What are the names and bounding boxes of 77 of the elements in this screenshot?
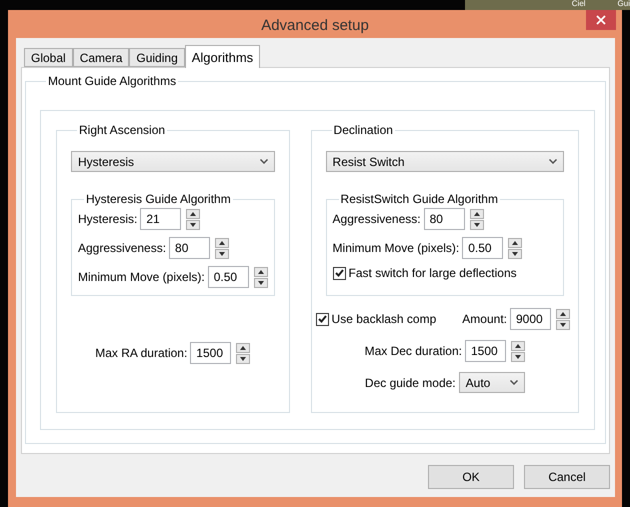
number-field[interactable]: 80 (424, 208, 465, 230)
number-field[interactable]: 0.50 (462, 237, 504, 259)
close-button[interactable] (586, 10, 616, 30)
chevron-down-icon (510, 380, 518, 385)
number-field[interactable]: 9000 (510, 308, 551, 330)
dropdown[interactable]: Resist Switch (326, 151, 564, 172)
field-label: Aggressiveness: (332, 212, 421, 226)
up-arrow-icon (240, 346, 246, 350)
up-arrow-icon (560, 312, 566, 316)
field-label: Minimum Move (pixels): (78, 270, 205, 284)
dialog-button[interactable]: OK (428, 465, 514, 489)
number-field[interactable]: 1500 (190, 342, 232, 364)
increment-button[interactable] (186, 208, 200, 218)
decrement-button[interactable] (254, 278, 268, 288)
dropdown[interactable]: Auto (458, 372, 525, 393)
field-label: Max RA duration: (95, 346, 188, 360)
field-label: Aggressiveness: (78, 241, 166, 255)
down-arrow-icon (560, 322, 566, 326)
dialog-button[interactable]: Cancel (524, 465, 610, 489)
increment-button[interactable] (254, 266, 268, 276)
increment-button[interactable] (215, 238, 230, 248)
checkbox-label: Fast switch for large deflections (348, 266, 517, 280)
tab[interactable]: Algorithms (184, 45, 260, 68)
field-label: Amount: (462, 312, 507, 326)
up-arrow-icon (219, 240, 226, 244)
increment-button[interactable] (508, 238, 522, 248)
group-title: Right Ascension (78, 123, 166, 137)
down-arrow-icon (219, 252, 226, 256)
decrement-button[interactable] (215, 248, 230, 258)
background-label: Ciel (572, 0, 586, 10)
decrement-button[interactable] (236, 354, 250, 364)
decrement-button[interactable] (470, 220, 484, 230)
group-title: ResistSwitch Guide Algorithm (340, 192, 499, 206)
increment-button[interactable] (556, 308, 570, 318)
tab[interactable]: Global (24, 48, 73, 67)
up-arrow-icon (514, 344, 521, 348)
group-title: Hysteresis Guide Algorithm (85, 192, 232, 206)
decrement-button[interactable] (510, 352, 525, 362)
number-field[interactable]: 1500 (464, 340, 506, 362)
number-field[interactable]: 80 (169, 237, 210, 259)
checkbox[interactable] (332, 266, 346, 280)
tab[interactable]: Camera (72, 48, 130, 67)
group-title: Mount Guide Algorithms (47, 74, 178, 88)
checkmark-icon (318, 315, 327, 323)
close-icon (596, 15, 606, 25)
field-label: Dec guide mode: (364, 376, 456, 390)
down-arrow-icon (240, 356, 246, 360)
number-field[interactable]: 0.50 (208, 266, 249, 288)
tab[interactable]: Guiding (129, 48, 185, 67)
checkmark-icon (334, 269, 344, 277)
checkbox-label: Use backlash comp (332, 312, 436, 326)
window-title: Advanced setup (261, 16, 369, 34)
field-label: Minimum Move (pixels): (332, 241, 460, 255)
field-label: Hysteresis: (78, 212, 138, 226)
decrement-button[interactable] (556, 320, 570, 330)
down-arrow-icon (258, 280, 264, 284)
down-arrow-icon (514, 354, 521, 358)
up-arrow-icon (474, 212, 480, 216)
background-label: Gui (618, 0, 630, 10)
chevron-down-icon (549, 159, 557, 164)
down-arrow-icon (474, 222, 480, 226)
up-arrow-icon (512, 240, 518, 244)
down-arrow-icon (190, 222, 196, 226)
decrement-button[interactable] (508, 248, 522, 258)
up-arrow-icon (190, 212, 196, 216)
up-arrow-icon (258, 270, 264, 274)
number-field[interactable]: 21 (140, 208, 182, 230)
increment-button[interactable] (510, 340, 525, 350)
checkbox[interactable] (316, 312, 329, 326)
field-label: Max Dec duration: (364, 344, 462, 358)
down-arrow-icon (512, 252, 518, 256)
chevron-down-icon (260, 159, 268, 164)
decrement-button[interactable] (186, 220, 200, 230)
increment-button[interactable] (470, 208, 484, 218)
increment-button[interactable] (236, 342, 250, 352)
group-title: Declination (332, 123, 394, 137)
dropdown[interactable]: Hysteresis (71, 151, 275, 172)
